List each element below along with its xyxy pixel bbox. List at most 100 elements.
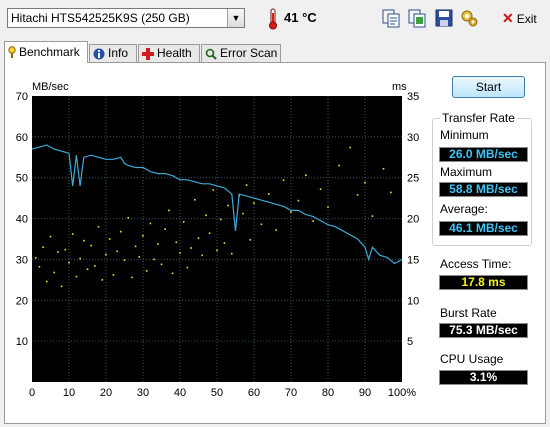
access-time-point [197, 237, 200, 239]
access-time-point [160, 263, 163, 266]
burst-rate-value: 75.3 MB/sec [439, 323, 528, 338]
access-time-point [219, 218, 222, 221]
access-time-point [194, 198, 196, 201]
access-time-point [212, 189, 215, 191]
access-time-point [390, 191, 392, 194]
x-axis-tick: 60 [248, 387, 260, 399]
access-time-point [205, 214, 207, 217]
y-axis-right-tick: 15 [407, 254, 419, 266]
y-axis-right-tick: 35 [407, 91, 419, 103]
access-time-point [171, 272, 174, 275]
maximum-label: Maximum [440, 165, 493, 179]
cpu-usage-value: 3.1% [439, 370, 528, 385]
y-axis-left-tick: 30 [16, 254, 28, 266]
access-time-point [245, 184, 248, 186]
access-time-point [260, 223, 263, 226]
y-axis-left-tick: 20 [16, 295, 28, 307]
access-time-point [131, 276, 133, 279]
y-axis-left-tick: 60 [16, 132, 28, 144]
x-axis-tick: 40 [174, 387, 186, 399]
access-time-point [97, 225, 100, 228]
y-axis-right-tick: 10 [407, 295, 419, 307]
access-time-point [46, 280, 48, 283]
benchmark-icon [8, 46, 16, 59]
x-axis-tick: 10 [63, 387, 75, 399]
access-time-point [120, 230, 122, 233]
access-time-point [138, 256, 141, 258]
access-time-point [149, 222, 152, 225]
access-time-point [312, 220, 314, 222]
minimum-label: Minimum [440, 128, 489, 142]
access-time-point [164, 228, 166, 230]
access-time-point [268, 193, 270, 195]
access-time-point [297, 199, 300, 202]
access-time-point [142, 234, 144, 237]
x-axis-tick: 100% [388, 387, 416, 399]
access-time-point [356, 194, 359, 196]
transfer-rate-title: Transfer Rate [440, 111, 517, 125]
access-time-value: 17.8 ms [439, 275, 528, 290]
access-time-point [71, 233, 74, 235]
access-time-point [60, 285, 63, 288]
access-time-point [327, 206, 329, 208]
access-time-point [101, 279, 104, 281]
burst-rate-label: Burst Rate [440, 306, 497, 320]
access-time-point [42, 246, 44, 248]
access-time-point [216, 249, 218, 252]
access-time-point [75, 275, 78, 278]
y-axis-right-unit: ms [392, 81, 407, 93]
access-time-point [305, 174, 307, 177]
tab-benchmark[interactable]: Benchmark [4, 41, 88, 63]
access-time-point [123, 259, 126, 262]
access-time-point [275, 229, 277, 231]
y-axis-right-tick: 30 [407, 132, 419, 144]
access-time-point [186, 266, 189, 269]
access-time-point [349, 146, 351, 149]
access-time-point [253, 202, 255, 204]
access-time-point [182, 221, 185, 223]
access-time-point [179, 252, 181, 254]
access-time-point [64, 248, 67, 251]
maximum-value: 58.8 MB/sec [439, 182, 528, 197]
start-button[interactable]: Start [452, 76, 525, 98]
access-time-point [38, 265, 41, 268]
access-time-point [227, 204, 229, 207]
access-time-point [108, 238, 111, 240]
access-time-point [382, 167, 385, 170]
x-axis-tick: 30 [137, 387, 149, 399]
average-label: Average: [440, 202, 488, 216]
access-time-point [68, 261, 70, 264]
access-time-point [201, 254, 203, 257]
cpu-usage-label: CPU Usage [440, 352, 504, 366]
access-time-point [338, 164, 340, 167]
access-time-point [86, 268, 89, 271]
access-time-point [79, 257, 81, 260]
x-axis-tick: 90 [359, 387, 371, 399]
access-time-point [134, 245, 137, 248]
access-time-point [175, 241, 178, 244]
access-time-point [153, 258, 155, 261]
access-time-point [53, 271, 55, 274]
access-time-point [371, 215, 374, 217]
y-axis-left-tick: 70 [16, 91, 28, 103]
tab-label: Benchmark [19, 45, 80, 59]
access-time-point [49, 235, 52, 238]
access-time-point [290, 211, 292, 213]
access-time-point [364, 181, 366, 184]
access-time-point [94, 265, 96, 267]
y-axis-left-tick: 40 [16, 214, 28, 226]
access-time-label: Access Time: [440, 257, 512, 271]
x-axis-tick: 50 [211, 387, 223, 399]
x-axis-tick: 20 [100, 387, 112, 399]
access-time-point [90, 244, 92, 247]
access-time-point [282, 179, 285, 181]
x-axis-tick: 80 [322, 387, 334, 399]
minimum-value: 26.0 MB/sec [439, 147, 528, 162]
access-time-point [168, 209, 170, 212]
average-value: 46.1 MB/sec [439, 221, 528, 236]
access-time-point [157, 243, 159, 245]
access-time-point [112, 274, 115, 276]
access-time-point [116, 250, 118, 253]
y-axis-left-tick: 50 [16, 173, 28, 185]
access-time-point [145, 270, 148, 272]
